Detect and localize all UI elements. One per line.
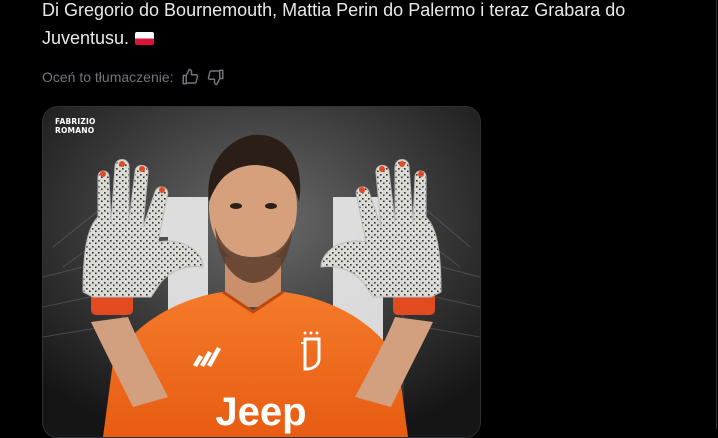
tweet-text-line2: Juventusu. xyxy=(42,28,130,48)
tweet-media-image[interactable]: Jeep FABRIZIO ROMANO xyxy=(42,106,481,438)
rate-translation-row: Oceń to tłumaczenie: xyxy=(42,66,226,88)
shirt-sponsor-text: Jeep xyxy=(215,390,306,434)
player-photo: Jeep xyxy=(43,107,480,437)
watermark-line2: ROMANO xyxy=(55,126,95,135)
watermark-line1: FABRIZIO xyxy=(55,117,96,126)
thumbs-up-icon[interactable] xyxy=(180,67,200,87)
fabrizio-romano-watermark: FABRIZIO ROMANO xyxy=(55,117,96,135)
tweet-text: Di Gregorio do Bournemouth, Mattia Perin… xyxy=(42,0,702,52)
tweet-text-line1: Di Gregorio do Bournemouth, Mattia Perin… xyxy=(42,0,626,20)
tweet-container: Di Gregorio do Bournemouth, Mattia Perin… xyxy=(0,0,717,438)
poland-flag-icon xyxy=(135,32,155,45)
rate-translation-label: Oceń to tłumaczenie: xyxy=(42,69,174,85)
thumbs-down-icon[interactable] xyxy=(206,67,226,87)
